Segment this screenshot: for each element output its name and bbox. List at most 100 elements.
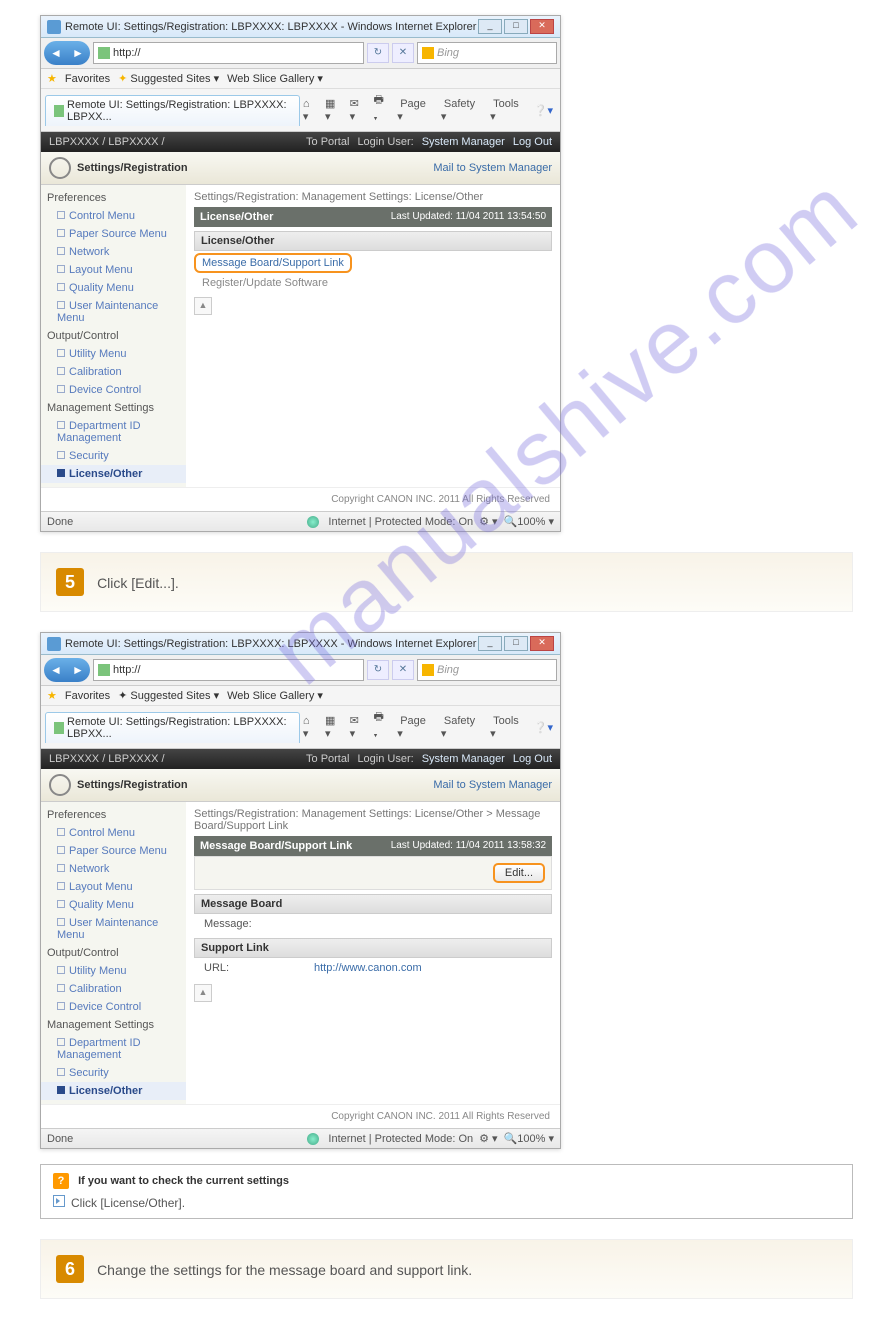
message-field: Message: bbox=[194, 914, 552, 934]
window-title: Remote UI: Settings/Registration: LBPXXX… bbox=[65, 21, 476, 33]
refresh-button[interactable]: ↻ bbox=[367, 660, 389, 680]
support-url-link[interactable]: http://www.canon.com bbox=[314, 962, 422, 974]
step-5: 5 Click [Edit...]. bbox=[40, 552, 853, 612]
page-top-icon[interactable]: ▲ bbox=[194, 984, 212, 1002]
browser-tab[interactable]: Remote UI: Settings/Registration: LBPXXX… bbox=[45, 712, 300, 743]
minimize-button[interactable]: _ bbox=[478, 19, 502, 34]
mail-icon[interactable]: ✉ ▾ bbox=[347, 712, 365, 742]
minimize-button[interactable]: _ bbox=[478, 636, 502, 651]
help-icon[interactable]: ❔▾ bbox=[531, 102, 556, 119]
maximize-button[interactable]: □ bbox=[504, 19, 528, 34]
device-header: LBPXXXX / LBPXXXX / To Portal Login User… bbox=[41, 132, 560, 152]
suggested-sites[interactable]: ✦ Suggested Sites ▾ bbox=[118, 72, 219, 85]
sidebar-item-network[interactable]: Network bbox=[41, 860, 186, 878]
mail-system-manager[interactable]: Mail to System Manager bbox=[433, 779, 552, 791]
safety-menu[interactable]: Safety ▾ bbox=[438, 96, 481, 125]
close-button[interactable]: ✕ bbox=[530, 19, 554, 34]
sidebar-item-deptid[interactable]: Department ID Management bbox=[41, 1034, 186, 1064]
address-bar-2: ◄► http:// ↻ ✕ Bing bbox=[41, 655, 560, 686]
sidebar-item-security[interactable]: Security bbox=[41, 1064, 186, 1082]
back-button[interactable]: ◄ bbox=[45, 42, 67, 64]
protected-mode-menu[interactable]: ⚙ ▾ bbox=[479, 515, 497, 528]
copyright: Copyright CANON INC. 2011 All Rights Res… bbox=[41, 487, 560, 511]
sidebar-item-calibration[interactable]: Calibration bbox=[41, 980, 186, 998]
browser-tab[interactable]: Remote UI: Settings/Registration: LBPXXX… bbox=[45, 95, 300, 126]
back-button[interactable]: ◄ bbox=[45, 659, 67, 681]
close-button[interactable]: ✕ bbox=[530, 636, 554, 651]
output-header: Output/Control bbox=[41, 327, 186, 345]
panel-title-band-2: Message Board/Support Link Last Updated:… bbox=[194, 836, 552, 856]
prefs-header: Preferences bbox=[41, 189, 186, 207]
sidebar-item-device[interactable]: Device Control bbox=[41, 998, 186, 1016]
print-icon[interactable]: 🖶 ▾ bbox=[371, 89, 389, 131]
note-box: ? If you want to check the current setti… bbox=[40, 1164, 853, 1219]
logout-link[interactable]: Log Out bbox=[513, 136, 552, 148]
safety-menu[interactable]: Safety ▾ bbox=[438, 713, 481, 742]
feeds-icon[interactable]: ▦ ▾ bbox=[322, 95, 341, 125]
url-field[interactable]: http:// bbox=[93, 659, 364, 681]
mail-system-manager[interactable]: Mail to System Manager bbox=[433, 162, 552, 174]
sidebar-item-layout[interactable]: Layout Menu bbox=[41, 878, 186, 896]
sidebar-item-device[interactable]: Device Control bbox=[41, 381, 186, 399]
edit-button[interactable]: Edit... bbox=[493, 863, 545, 883]
sidebar-item-control[interactable]: Control Menu bbox=[41, 207, 186, 225]
sidebar-item-paper[interactable]: Paper Source Menu bbox=[41, 842, 186, 860]
device-header-2: LBPXXXX / LBPXXXX / To Portal Login User… bbox=[41, 749, 560, 769]
help-icon[interactable]: ❔▾ bbox=[531, 719, 556, 736]
sidebar-item-utility[interactable]: Utility Menu bbox=[41, 345, 186, 363]
url-field[interactable]: http:// bbox=[93, 42, 364, 64]
zoom-control[interactable]: 🔍100% ▾ bbox=[504, 515, 554, 528]
search-field[interactable]: Bing bbox=[417, 42, 557, 64]
settings-header-2: Settings/Registration Mail to System Man… bbox=[41, 769, 560, 802]
forward-button[interactable]: ► bbox=[67, 42, 89, 64]
page-menu[interactable]: Page ▾ bbox=[394, 96, 432, 125]
device-path: LBPXXXX / LBPXXXX / bbox=[49, 136, 165, 148]
refresh-button[interactable]: ↻ bbox=[367, 43, 389, 63]
page-top-icon[interactable]: ▲ bbox=[194, 297, 212, 315]
to-portal-link[interactable]: To Portal bbox=[306, 753, 349, 765]
to-portal-link[interactable]: To Portal bbox=[306, 136, 349, 148]
sidebar-item-usermaint[interactable]: User Maintenance Menu bbox=[41, 297, 186, 327]
zoom-control[interactable]: 🔍100% ▾ bbox=[504, 1132, 554, 1145]
maximize-button[interactable]: □ bbox=[504, 636, 528, 651]
login-user[interactable]: System Manager bbox=[422, 753, 505, 765]
tools-menu[interactable]: Tools ▾ bbox=[487, 96, 525, 125]
step-number: 5 bbox=[56, 568, 84, 596]
sidebar-item-control[interactable]: Control Menu bbox=[41, 824, 186, 842]
search-field[interactable]: Bing bbox=[417, 659, 557, 681]
stop-button[interactable]: ✕ bbox=[392, 43, 414, 63]
sidebar-item-security[interactable]: Security bbox=[41, 447, 186, 465]
home-icon[interactable]: ⌂ ▾ bbox=[300, 96, 316, 125]
sidebar-item-calibration[interactable]: Calibration bbox=[41, 363, 186, 381]
web-slice-gallery[interactable]: Web Slice Gallery ▾ bbox=[227, 689, 323, 702]
logout-link[interactable]: Log Out bbox=[513, 753, 552, 765]
stop-button[interactable]: ✕ bbox=[392, 660, 414, 680]
protected-mode-menu[interactable]: ⚙ ▾ bbox=[479, 1132, 497, 1145]
tab-favicon bbox=[54, 105, 64, 117]
sidebar-item-quality[interactable]: Quality Menu bbox=[41, 896, 186, 914]
tools-menu[interactable]: Tools ▾ bbox=[487, 713, 525, 742]
note-text: Click [License/Other]. bbox=[71, 1196, 185, 1210]
sidebar-item-quality[interactable]: Quality Menu bbox=[41, 279, 186, 297]
main-panel-2: Settings/Registration: Management Settin… bbox=[186, 802, 560, 1104]
sidebar-item-license[interactable]: License/Other bbox=[41, 1082, 186, 1100]
forward-button[interactable]: ► bbox=[67, 659, 89, 681]
sidebar-item-license[interactable]: License/Other bbox=[41, 465, 186, 483]
register-update-link[interactable]: Register/Update Software bbox=[194, 275, 552, 291]
print-icon[interactable]: 🖶 ▾ bbox=[371, 706, 389, 748]
message-board-link[interactable]: Message Board/Support Link bbox=[194, 253, 352, 273]
sidebar-item-network[interactable]: Network bbox=[41, 243, 186, 261]
web-slice-gallery[interactable]: Web Slice Gallery ▾ bbox=[227, 72, 323, 85]
mail-icon[interactable]: ✉ ▾ bbox=[347, 95, 365, 125]
sidebar-item-usermaint[interactable]: User Maintenance Menu bbox=[41, 914, 186, 944]
sidebar-item-utility[interactable]: Utility Menu bbox=[41, 962, 186, 980]
page-menu[interactable]: Page ▾ bbox=[394, 713, 432, 742]
sidebar-item-deptid[interactable]: Department ID Management bbox=[41, 417, 186, 447]
login-user[interactable]: System Manager bbox=[422, 136, 505, 148]
sidebar-item-paper[interactable]: Paper Source Menu bbox=[41, 225, 186, 243]
sidebar-item-layout[interactable]: Layout Menu bbox=[41, 261, 186, 279]
feeds-icon[interactable]: ▦ ▾ bbox=[322, 712, 341, 742]
suggested-sites[interactable]: ✦ Suggested Sites ▾ bbox=[118, 689, 219, 702]
page-icon bbox=[98, 47, 110, 59]
home-icon[interactable]: ⌂ ▾ bbox=[300, 713, 316, 742]
